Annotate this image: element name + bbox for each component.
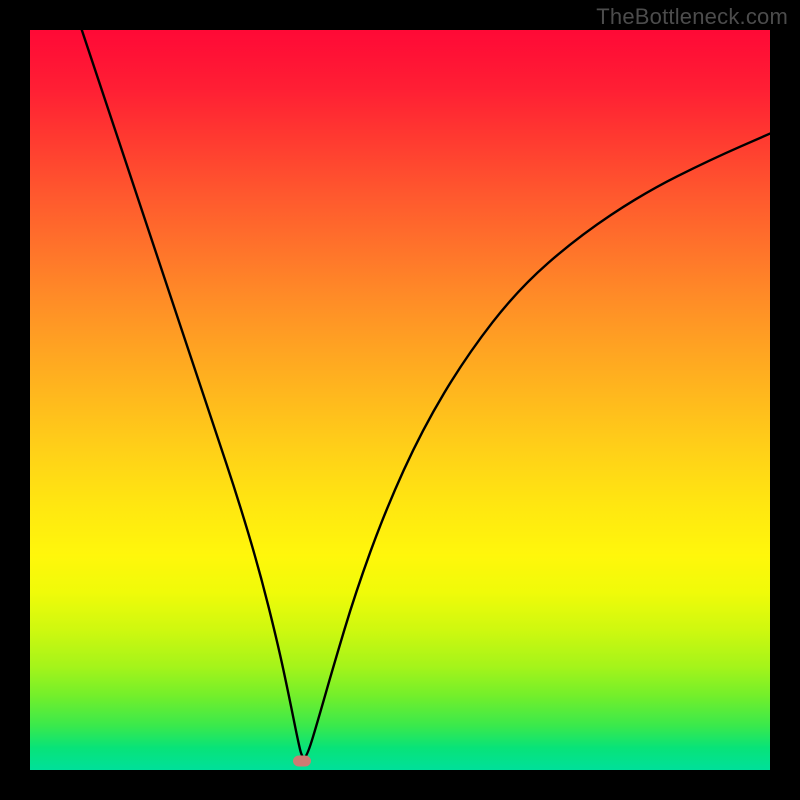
watermark-text: TheBottleneck.com	[596, 4, 788, 30]
stage: TheBottleneck.com	[0, 0, 800, 800]
curve-svg	[30, 30, 770, 770]
optimal-marker	[293, 756, 311, 767]
plot-area	[30, 30, 770, 770]
bottleneck-curve-path	[82, 30, 770, 757]
